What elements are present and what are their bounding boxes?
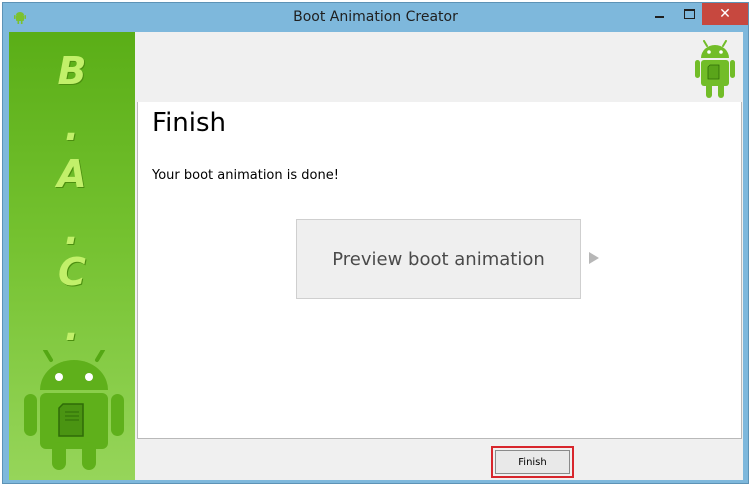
wizard-content-panel: Finish Your boot animation is done! Prev…: [137, 102, 742, 439]
status-message: Your boot animation is done!: [152, 168, 339, 183]
maximize-button[interactable]: [675, 3, 703, 25]
window-title: Boot Animation Creator: [293, 9, 458, 25]
minimize-icon: [654, 16, 664, 18]
page-title: Finish: [152, 108, 227, 138]
close-icon: ✕: [719, 6, 731, 22]
sidebar-letter-c: C: [58, 250, 86, 294]
sidebar-banner: B . A . C .: [9, 32, 135, 480]
android-header-icon: [695, 40, 735, 98]
play-arrow-icon: [589, 252, 599, 264]
sidebar-dot-3: .: [64, 305, 80, 349]
close-button[interactable]: ✕: [702, 3, 748, 25]
sidebar-dot-2: .: [64, 209, 80, 253]
title-bar[interactable]: Boot Animation Creator ✕: [3, 3, 748, 33]
app-window: Boot Animation Creator ✕ B . A . C . Fin…: [2, 2, 749, 484]
android-robot-icon: [24, 350, 124, 470]
wizard-header: [137, 32, 743, 102]
preview-boot-animation-button[interactable]: Preview boot animation: [296, 219, 581, 299]
minimize-button[interactable]: [645, 3, 673, 25]
sidebar-letter-a: A: [57, 152, 87, 196]
maximize-icon: [683, 9, 695, 19]
window-client-area: B . A . C . Finish Your boot animation i…: [9, 32, 743, 480]
finish-button[interactable]: Finish: [495, 450, 570, 474]
sidebar-letter-b: B: [57, 49, 87, 93]
sidebar-dot-1: .: [64, 105, 80, 149]
